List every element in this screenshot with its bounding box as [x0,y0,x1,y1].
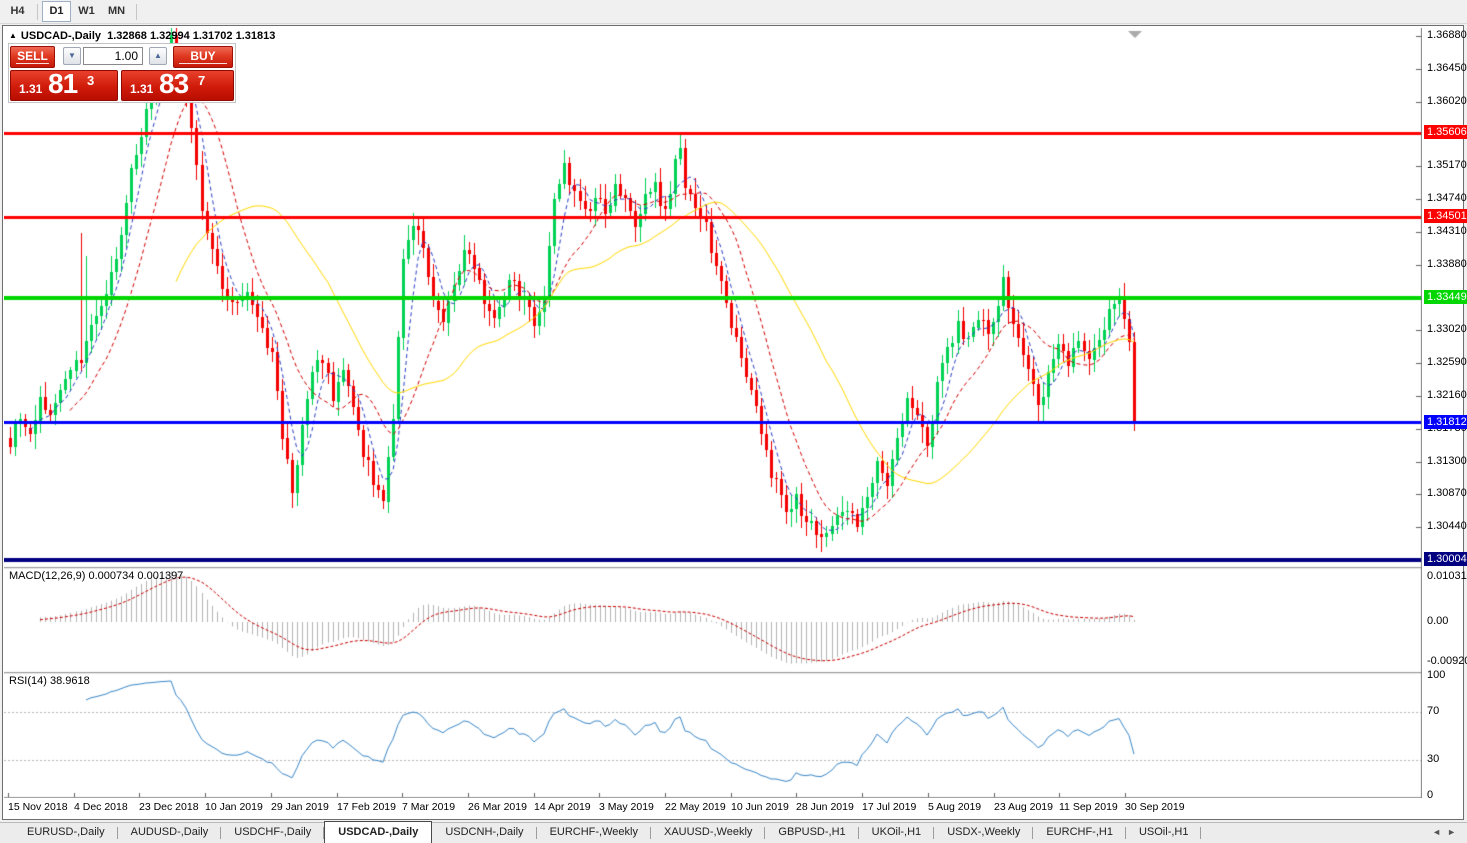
mt4-terminal: { "toolbar": { "timeframes": ["H4","D1",… [0,0,1467,843]
chart-ohlc-values: 1.32868 1.32994 1.31702 1.31813 [107,30,276,42]
chart-window: ▲ USDCAD-,Daily 1.32868 1.32994 1.31702 1… [2,25,1467,820]
price-axis-label: 1.35170 [1427,159,1467,171]
macd-values: 0.000734 0.001397 [88,570,184,582]
volume-input[interactable] [83,47,143,65]
timeframe-button-MN[interactable]: MN [102,1,131,22]
ask-price-pipette: 7 [198,73,206,88]
rsi-axis-label: 30 [1427,753,1440,765]
price-axis-label: 1.33880 [1427,258,1467,270]
macd-axis-label: 0.010311 [1427,570,1467,582]
date-label: 5 Aug 2019 [928,801,982,813]
chart-tab-eurchf-weekly[interactable]: EURCHF-,Weekly [537,823,652,843]
sell-button-label: SELL [17,49,48,63]
date-label: 15 Nov 2018 [8,801,68,813]
macd-axis-label: -0.009203 [1427,655,1467,667]
rsi-axis-label: 100 [1427,669,1446,681]
chart-symbol-label: USDCAD-,Daily [20,30,101,42]
price-axis-label: 1.30440 [1427,520,1467,532]
bid-price-pipette: 3 [87,73,95,88]
price-axis-label: 1.36450 [1427,62,1467,74]
date-label: 7 Mar 2019 [402,801,456,813]
date-label: 26 Mar 2019 [468,801,527,813]
price-axis-label: 1.32160 [1427,389,1467,401]
ask-price-box[interactable]: 1.31 83 7 [121,68,234,101]
price-axis-label: 1.34740 [1427,192,1467,204]
date-axis: 15 Nov 2018 4 Dec 2018 23 Dec 2018 10 Jan 2… [4,798,1422,818]
price-axis-label: 1.31300 [1427,455,1467,467]
date-label: 10 Jan 2019 [205,801,263,813]
price-axis-label: 1.33020 [1427,323,1467,335]
date-label: 17 Jul 2019 [862,801,917,813]
date-label: 22 May 2019 [665,801,726,813]
macd-axis-label: 0.00 [1427,615,1449,627]
spinner-up-icon: ▲ [154,51,162,60]
ask-price-prefix: 1.31 [130,82,154,96]
chart-tab-eurchf-h1[interactable]: EURCHF-,H1 [1033,823,1126,843]
volume-increase-button[interactable]: ▲ [149,47,167,65]
date-label: 3 May 2019 [599,801,654,813]
timeframe-toolbar: H4 D1 W1 MN [0,0,1467,24]
date-label: 30 Sep 2019 [1125,801,1185,813]
price-axis-label: 1.30870 [1427,487,1467,499]
sell-button[interactable]: SELL [10,46,55,68]
spinner-down-icon: ▼ [68,51,76,60]
hline-price-badge: 1.31812 [1424,415,1467,429]
chart-tab-ukoil-h1[interactable]: UKOil-,H1 [859,823,935,843]
bid-price-box[interactable]: 1.31 81 3 [10,68,118,101]
tab-scroll-left-icon[interactable]: ◄ [1432,827,1447,837]
rsi-axis-label: 0 [1427,789,1434,801]
chart-tab-audusd-daily[interactable]: AUDUSD-,Daily [118,823,222,843]
rsi-name: RSI(14) [9,675,47,687]
collapse-panel-icon[interactable]: ▲ [9,31,17,40]
tab-scroll-arrows: ◄► [1432,827,1462,837]
date-label: 23 Dec 2018 [139,801,199,813]
chart-tab-usoil-h1[interactable]: USOil-,H1 [1126,823,1202,843]
date-label: 10 Jun 2019 [731,801,789,813]
chart-tab-usdx-weekly[interactable]: USDX-,Weekly [934,823,1034,843]
chart-tab-usdcad-daily[interactable]: USDCAD-,Daily [324,821,433,843]
price-axis-label: 1.34310 [1427,225,1467,237]
chart-tab-bar: EURUSD-,Daily AUDUSD-,Daily USDCHF-,Daily U… [0,821,1467,843]
volume-decrease-button[interactable]: ▼ [63,47,81,65]
date-label: 29 Jan 2019 [271,801,329,813]
chart-tab-eurusd-daily[interactable]: EURUSD-,Daily [14,823,118,843]
date-label: 28 Jun 2019 [796,801,854,813]
timeframe-button-H4[interactable]: H4 [3,1,32,22]
timeframe-button-W1[interactable]: W1 [72,1,101,22]
bid-price-pips: 81 [48,68,78,99]
buy-button-label: BUY [190,49,216,63]
chart-tab-usdchf-daily[interactable]: USDCHF-,Daily [221,823,325,843]
rsi-value: 38.9618 [49,675,90,687]
chart-tab-usdcnh-daily[interactable]: USDCNH-,Daily [432,823,537,843]
macd-name: MACD(12,26,9) [9,570,86,582]
rsi-indicator-label: RSI(14) 38.9618 [9,675,90,687]
chart-tab-xauusd-weekly[interactable]: XAUUSD-,Weekly [651,823,766,843]
ask-price-pips: 83 [159,68,189,99]
bid-price-prefix: 1.31 [19,82,43,96]
date-label: 11 Sep 2019 [1059,801,1118,813]
timeframe-button-D1[interactable]: D1 [42,1,71,22]
date-label: 4 Dec 2018 [74,801,128,813]
price-axis-label: 1.36020 [1427,95,1467,107]
buy-button[interactable]: BUY [173,46,233,68]
price-axis-label: 1.32590 [1427,356,1467,368]
price-axis-label: 1.36880 [1427,29,1467,41]
one-click-trade-panel: SELL ▼ ▲ BUY 1.31 81 3 1.31 83 7 [8,43,236,103]
tab-scroll-right-icon[interactable]: ► [1447,827,1462,837]
hline-price-badge: 1.33449 [1424,290,1467,304]
rsi-axis-label: 70 [1427,705,1440,717]
date-label: 23 Aug 2019 [994,801,1053,813]
chart-title: ▲ USDCAD-,Daily 1.32868 1.32994 1.31702 1… [9,30,275,42]
macd-indicator-label: MACD(12,26,9) 0.000734 0.001397 [9,570,183,582]
chart-tab-gbpusd-h1[interactable]: GBPUSD-,H1 [765,823,859,843]
hline-price-badge: 1.35606 [1424,125,1467,139]
price-chart-canvas[interactable] [4,28,1422,798]
date-label: 14 Apr 2019 [534,801,591,813]
hline-price-badge: 1.30004 [1424,552,1467,566]
date-label: 17 Feb 2019 [337,801,396,813]
hline-price-badge: 1.34501 [1424,209,1467,223]
